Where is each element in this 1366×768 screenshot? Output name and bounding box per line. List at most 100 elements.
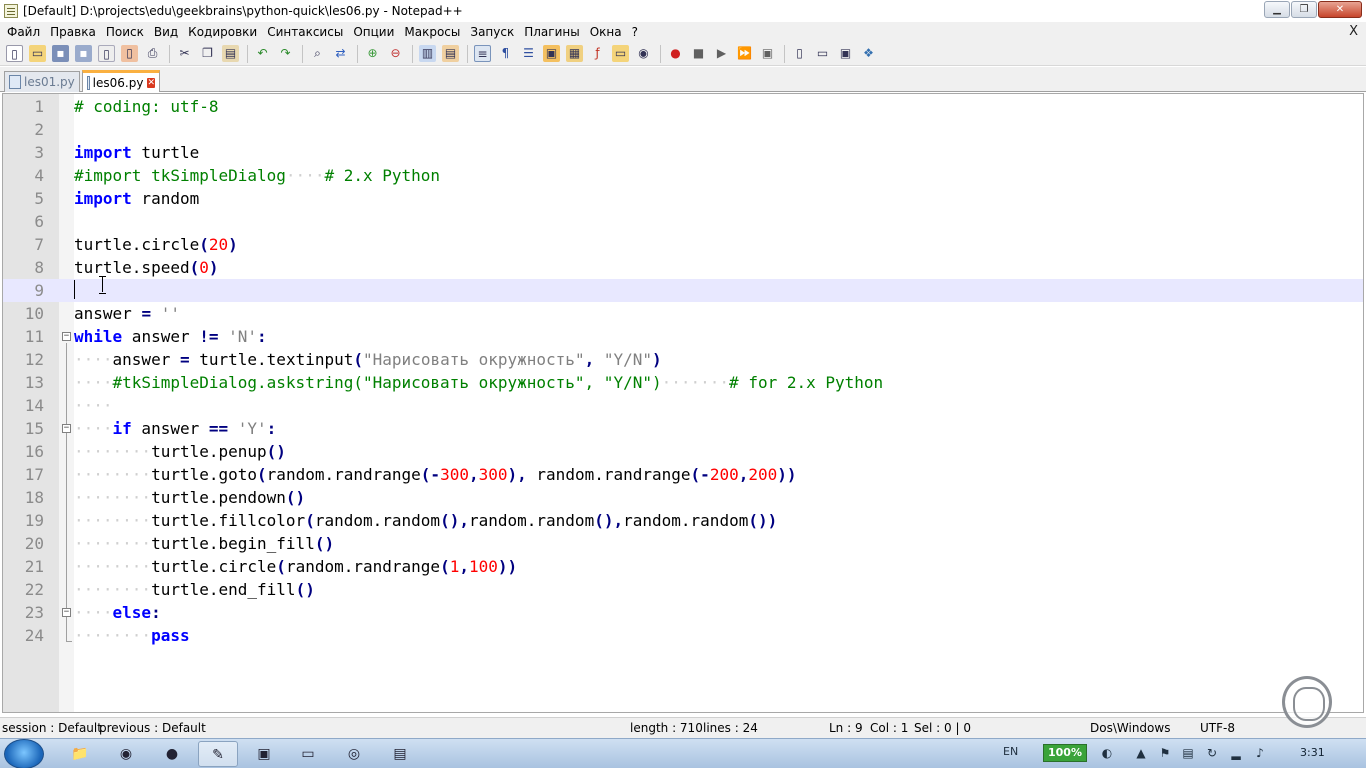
menu-run[interactable]: Запуск — [465, 25, 519, 39]
volume-icon[interactable]: ♪ — [1252, 745, 1268, 761]
code-line[interactable]: 14 ···· — [3, 394, 1363, 417]
close-icon[interactable]: ▯ — [98, 45, 115, 62]
code-line[interactable]: 23 ····else: — [3, 601, 1363, 624]
battery-indicator[interactable]: 100% — [1043, 744, 1087, 762]
document-map-icon[interactable]: ▦ — [566, 45, 583, 62]
paste-icon[interactable]: ▤ — [222, 45, 239, 62]
show-hidden-icons-icon[interactable]: ▲ — [1133, 745, 1149, 761]
close-all-icon[interactable]: ▯ — [121, 45, 138, 62]
code-line[interactable]: 19 ········turtle.fillcolor(random.random… — [3, 509, 1363, 532]
code-line[interactable]: 11 while answer != 'N': — [3, 325, 1363, 348]
save-macro-icon[interactable]: ▣ — [759, 45, 776, 62]
menu-window[interactable]: Окна — [585, 25, 627, 39]
menu-encoding[interactable]: Кодировки — [183, 25, 262, 39]
language-indicator[interactable]: EN — [1003, 745, 1018, 758]
word-wrap-icon[interactable]: ≡ — [474, 45, 491, 62]
cut-icon[interactable]: ✂ — [176, 45, 193, 62]
code-line[interactable]: 18 ········turtle.pendown() — [3, 486, 1363, 509]
close-button[interactable]: ✕ — [1318, 1, 1362, 18]
code-line[interactable]: 24 ········pass — [3, 624, 1363, 647]
code-line[interactable]: 12 ····answer = turtle.textinput("Нарисов… — [3, 348, 1363, 371]
code-line[interactable]: 4 #import tkSimpleDialog····# 2.x Python — [3, 164, 1363, 187]
undo-icon[interactable]: ↶ — [254, 45, 271, 62]
code-line[interactable]: 5 import random — [3, 187, 1363, 210]
python-icon[interactable]: ❖ — [860, 45, 877, 62]
record-macro-icon[interactable]: ● — [667, 45, 684, 62]
play-macro-icon[interactable]: ▶ — [713, 45, 730, 62]
show-all-chars-icon[interactable]: ¶ — [497, 45, 514, 62]
code-line[interactable]: 7 turtle.circle(20) — [3, 233, 1363, 256]
menu-plugins[interactable]: Плагины — [519, 25, 584, 39]
taskbar-firefox-icon[interactable]: ● — [152, 741, 192, 767]
code-line[interactable]: 21 ········turtle.circle(random.randrange… — [3, 555, 1363, 578]
view-panel-icon[interactable]: ▯ — [791, 45, 808, 62]
code-line[interactable]: 1 # coding: utf-8 — [3, 95, 1363, 118]
menu-file[interactable]: Файл — [2, 25, 45, 39]
save-icon[interactable]: ▪ — [52, 45, 69, 62]
menu-edit[interactable]: Правка — [45, 25, 101, 39]
code-line[interactable]: 22 ········turtle.end_fill() — [3, 578, 1363, 601]
maximize-button[interactable]: ❐ — [1291, 1, 1317, 18]
close-document-button[interactable]: X — [1349, 24, 1358, 39]
copy-icon[interactable]: ❐ — [199, 45, 216, 62]
print-icon[interactable]: ⎙ — [144, 45, 161, 62]
tab-les01[interactable]: les01.py — [4, 71, 80, 92]
indent-guide-icon[interactable]: ☰ — [520, 45, 537, 62]
menu-search[interactable]: Поиск — [101, 25, 149, 39]
function-list-icon[interactable]: ƒ — [589, 45, 606, 62]
network-signal-icon[interactable]: ▂ — [1228, 745, 1244, 761]
code-line[interactable]: 3 import turtle — [3, 141, 1363, 164]
action-center-flag-icon[interactable]: ⚑ — [1157, 745, 1173, 761]
start-button[interactable] — [4, 739, 44, 768]
monitoring-icon[interactable]: ◉ — [635, 45, 652, 62]
fold-toggle-icon[interactable]: − — [62, 608, 71, 617]
taskbar-pdf-viewer-icon[interactable]: ▣ — [244, 741, 284, 767]
code-line[interactable]: 6 — [3, 210, 1363, 233]
code-line[interactable]: 15 ····if answer == 'Y': — [3, 417, 1363, 440]
redo-icon[interactable]: ↷ — [277, 45, 294, 62]
menu-macro[interactable]: Макросы — [399, 25, 465, 39]
taskbar-notepad-plus-plus-icon[interactable]: ✎ — [198, 741, 238, 767]
code-line[interactable]: 10 answer = '' — [3, 302, 1363, 325]
code-line[interactable]: 9 — [3, 279, 1363, 302]
open-icon[interactable]: ▭ — [29, 45, 46, 62]
replace-icon[interactable]: ⇄ — [332, 45, 349, 62]
run-macro-multiple-icon[interactable]: ⏩ — [736, 45, 753, 62]
menu-help[interactable]: ? — [627, 25, 643, 39]
code-line[interactable]: 16 ········turtle.penup() — [3, 440, 1363, 463]
view-window-icon[interactable]: ▭ — [814, 45, 831, 62]
fold-toggle-icon[interactable]: − — [62, 332, 71, 341]
fold-toggle-icon[interactable]: − — [62, 424, 71, 433]
find-icon[interactable]: ⌕ — [309, 45, 326, 62]
code-line[interactable]: 8 turtle.speed(0) — [3, 256, 1363, 279]
sync-vertical-icon[interactable]: ▥ — [419, 45, 436, 62]
sync-horizontal-icon[interactable]: ▤ — [442, 45, 459, 62]
taskbar-presentation-icon[interactable]: ◎ — [334, 741, 374, 767]
new-icon[interactable]: ▯ — [6, 45, 23, 62]
code-editor[interactable]: 1 # coding: utf-8 2 3 import turtle 4 #import … — [2, 93, 1364, 713]
stop-macro-icon[interactable]: ■ — [690, 45, 707, 62]
taskbar-explorer-icon[interactable]: 📁 — [60, 741, 100, 767]
taskbar-chrome-icon[interactable]: ◉ — [106, 741, 146, 767]
code-line[interactable]: 20 ········turtle.begin_fill() — [3, 532, 1363, 555]
menu-view[interactable]: Вид — [149, 25, 183, 39]
system-clock[interactable]: 3:31 — [1300, 746, 1325, 759]
user-language-icon[interactable]: ▣ — [543, 45, 560, 62]
tray-app-icon[interactable]: ◐ — [1099, 745, 1115, 761]
code-line[interactable]: 2 — [3, 118, 1363, 141]
taskbar-remote-icon[interactable]: ▤ — [380, 741, 420, 767]
minimize-button[interactable]: ▁ — [1264, 1, 1290, 18]
code-line[interactable]: 13 ····#tkSimpleDialog.askstring("Нарисов… — [3, 371, 1363, 394]
zoom-out-icon[interactable]: ⊖ — [387, 45, 404, 62]
sync-icon[interactable]: ↻ — [1204, 745, 1220, 761]
save-all-icon[interactable]: ▪ — [75, 45, 92, 62]
close-tab-icon[interactable]: ✕ — [147, 77, 155, 88]
tab-les06[interactable]: les06.py ✕ — [82, 70, 160, 92]
device-icon[interactable]: ▤ — [1180, 745, 1196, 761]
zoom-in-icon[interactable]: ⊕ — [364, 45, 381, 62]
folder-workspace-icon[interactable]: ▭ — [612, 45, 629, 62]
taskbar-cmd-icon[interactable]: ▭ — [288, 741, 328, 767]
menu-settings[interactable]: Опции — [348, 25, 399, 39]
code-line[interactable]: 17 ········turtle.goto(random.randrange(-… — [3, 463, 1363, 486]
menu-language[interactable]: Синтаксисы — [262, 25, 348, 39]
